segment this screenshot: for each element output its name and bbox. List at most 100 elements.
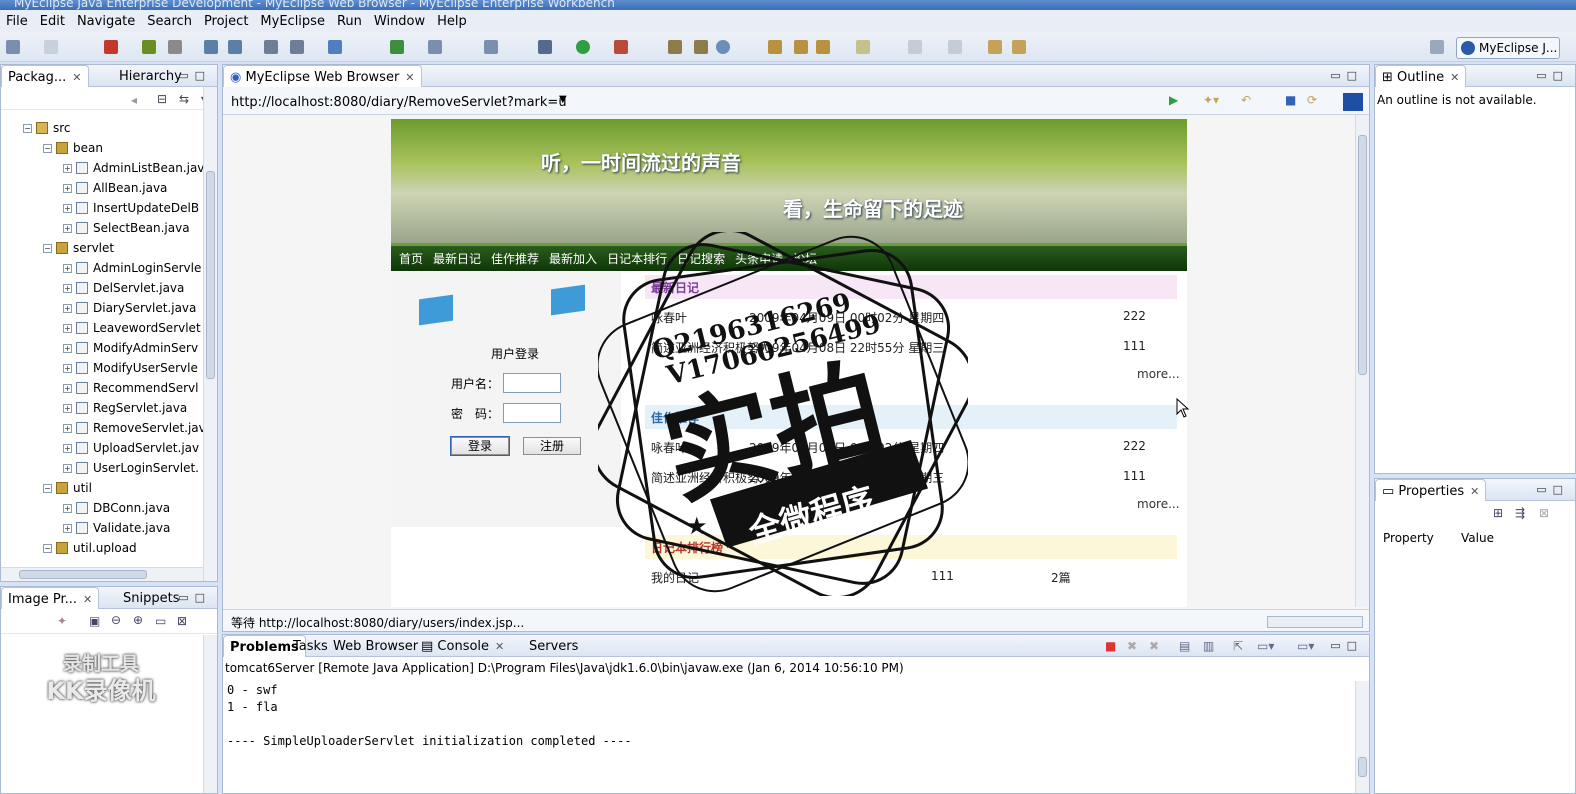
menu-edit[interactable]: Edit [34, 14, 71, 29]
scrollbar-thumb[interactable] [206, 171, 215, 379]
tree-item[interactable]: − src [23, 119, 71, 137]
expand-toggle-icon[interactable]: + [63, 423, 72, 433]
clear-console-icon[interactable]: ▤ [1179, 639, 1190, 653]
expand-toggle-icon[interactable]: + [63, 323, 72, 333]
minimize-maximize-icons[interactable]: ▭□ [178, 69, 211, 82]
wand-icon[interactable] [794, 40, 808, 54]
deploy-icon[interactable] [204, 40, 218, 54]
new-package-icon[interactable] [290, 40, 304, 54]
remove-all-icon[interactable]: ✖ [1149, 639, 1159, 653]
debug-icon[interactable] [538, 40, 552, 54]
tree-item[interactable]: + DelServlet.java [63, 279, 184, 297]
forward-icon[interactable]: ↶ [1241, 93, 1251, 107]
expand-toggle-icon[interactable]: + [63, 203, 72, 213]
browser-scrollbar[interactable] [1355, 115, 1369, 607]
expand-toggle-icon[interactable]: + [63, 403, 72, 413]
go-icon[interactable]: ▶ [1169, 93, 1178, 107]
server-icon[interactable] [228, 40, 242, 54]
tab-hierarchy[interactable]: Hierarchy [113, 65, 188, 87]
zoom-out-icon[interactable]: ⊖ [111, 613, 121, 627]
actual-size-icon[interactable]: ⊠ [177, 614, 187, 628]
expand-toggle-icon[interactable]: + [63, 263, 72, 273]
scrollbar-thumb[interactable] [1358, 135, 1367, 375]
open-perspective-icon[interactable] [1430, 40, 1444, 54]
close-icon[interactable]: ✕ [495, 640, 504, 653]
tree-hscrollbar[interactable] [1, 567, 203, 581]
url-input[interactable] [231, 92, 567, 112]
open-type-icon[interactable] [428, 40, 442, 54]
prev-annotation-icon[interactable] [948, 40, 962, 54]
stop-icon[interactable]: ■ [1285, 93, 1296, 107]
tab-web-browser[interactable]: ◉ MyEclipse Web Browser ✕ [223, 65, 422, 87]
login-button[interactable]: 登录 [450, 436, 510, 456]
new-icon[interactable] [6, 40, 20, 54]
expand-toggle-icon[interactable]: + [63, 183, 72, 193]
tree-item[interactable]: + DiaryServlet.java [63, 299, 196, 317]
tree-item[interactable]: + AdminListBean.jav [63, 159, 203, 177]
bookmark-icon[interactable] [104, 40, 118, 54]
tree-item[interactable]: + ModifyAdminServ [63, 339, 198, 357]
tree-item[interactable]: + DBConn.java [63, 499, 170, 517]
fit-icon[interactable]: ▭ [155, 614, 166, 628]
link-editor-icon[interactable]: ⇆ [179, 92, 189, 106]
close-icon[interactable]: ✕ [405, 71, 414, 84]
more-link[interactable]: more... [1137, 497, 1180, 511]
image-icon[interactable]: ▣ [89, 614, 100, 628]
tree-item[interactable]: − servlet [43, 239, 114, 257]
more-link[interactable]: more... [1137, 367, 1180, 381]
expand-toggle-icon[interactable]: + [63, 463, 72, 473]
tab-outline[interactable]: ⊞ Outline ✕ [1375, 65, 1467, 87]
tab-console[interactable]: ▤ Console ✕ [415, 635, 510, 657]
console-icon[interactable] [168, 40, 182, 54]
url-dropdown-icon[interactable]: ▼ [559, 94, 567, 105]
zoom-in-icon[interactable]: ⊕ [133, 613, 143, 627]
menu-help[interactable]: Help [431, 14, 473, 29]
expand-toggle-icon[interactable]: + [63, 383, 72, 393]
close-icon[interactable]: ✕ [83, 593, 92, 606]
tree-scrollbar[interactable] [203, 87, 217, 581]
next-annotation-icon[interactable] [908, 40, 922, 54]
minimize-maximize-icons[interactable]: ▭□ [1330, 639, 1363, 652]
expand-toggle-icon[interactable]: + [63, 443, 72, 453]
scrollbar-thumb[interactable] [1358, 757, 1367, 777]
back-icon[interactable]: ◂ [131, 93, 137, 107]
globe-icon[interactable] [328, 40, 342, 54]
minimize-maximize-icons[interactable]: ▭□ [178, 591, 211, 604]
open-task-icon[interactable] [668, 40, 682, 54]
expand-toggle-icon[interactable]: + [63, 163, 72, 173]
menu-window[interactable]: Window [368, 14, 431, 29]
tab-web-browser[interactable]: Web Browser [327, 635, 424, 657]
tab-image-preview[interactable]: Image Pr... ✕ [1, 587, 100, 609]
close-icon[interactable]: ✕ [1470, 485, 1479, 498]
tree-item[interactable]: + RegServlet.java [63, 399, 187, 417]
expand-toggle-icon[interactable]: + [63, 503, 72, 513]
hscrollbar-thumb[interactable] [19, 570, 147, 579]
expand-toggle-icon[interactable]: − [23, 123, 32, 133]
tree-item[interactable]: − util [43, 479, 92, 497]
tool-icon[interactable] [768, 40, 782, 54]
username-input[interactable] [503, 373, 561, 393]
sync-icon[interactable] [716, 40, 730, 54]
expand-toggle-icon[interactable]: + [63, 343, 72, 353]
minimize-maximize-icons[interactable]: ▭□ [1536, 483, 1569, 496]
search-icon[interactable] [484, 40, 498, 54]
nav-recommended[interactable]: 佳作推荐 [491, 250, 539, 267]
build-icon[interactable] [142, 40, 156, 54]
image-scrollbar[interactable] [203, 635, 217, 793]
tree-item[interactable]: + RecommendServl [63, 379, 198, 397]
expand-toggle-icon[interactable]: − [43, 143, 52, 153]
remove-launch-icon[interactable]: ✖ [1127, 639, 1137, 653]
password-input[interactable] [503, 403, 561, 423]
filter-icon[interactable]: ⇶ [1515, 506, 1525, 520]
tree-item[interactable]: + SelectBean.java [63, 219, 190, 237]
expand-toggle-icon[interactable]: − [43, 243, 52, 253]
register-button[interactable]: 注册 [523, 437, 581, 455]
tree-item[interactable]: + UserLoginServlet. [63, 459, 199, 477]
tab-properties[interactable]: ▭ Properties ✕ [1375, 479, 1487, 501]
expand-toggle-icon[interactable]: + [63, 223, 72, 233]
refresh-icon[interactable] [390, 40, 404, 54]
property-column-header[interactable]: Property [1383, 531, 1434, 545]
tree-item[interactable]: + InsertUpdateDelB [63, 199, 199, 217]
menu-file[interactable]: File [0, 14, 34, 29]
menu-project[interactable]: Project [198, 14, 254, 29]
